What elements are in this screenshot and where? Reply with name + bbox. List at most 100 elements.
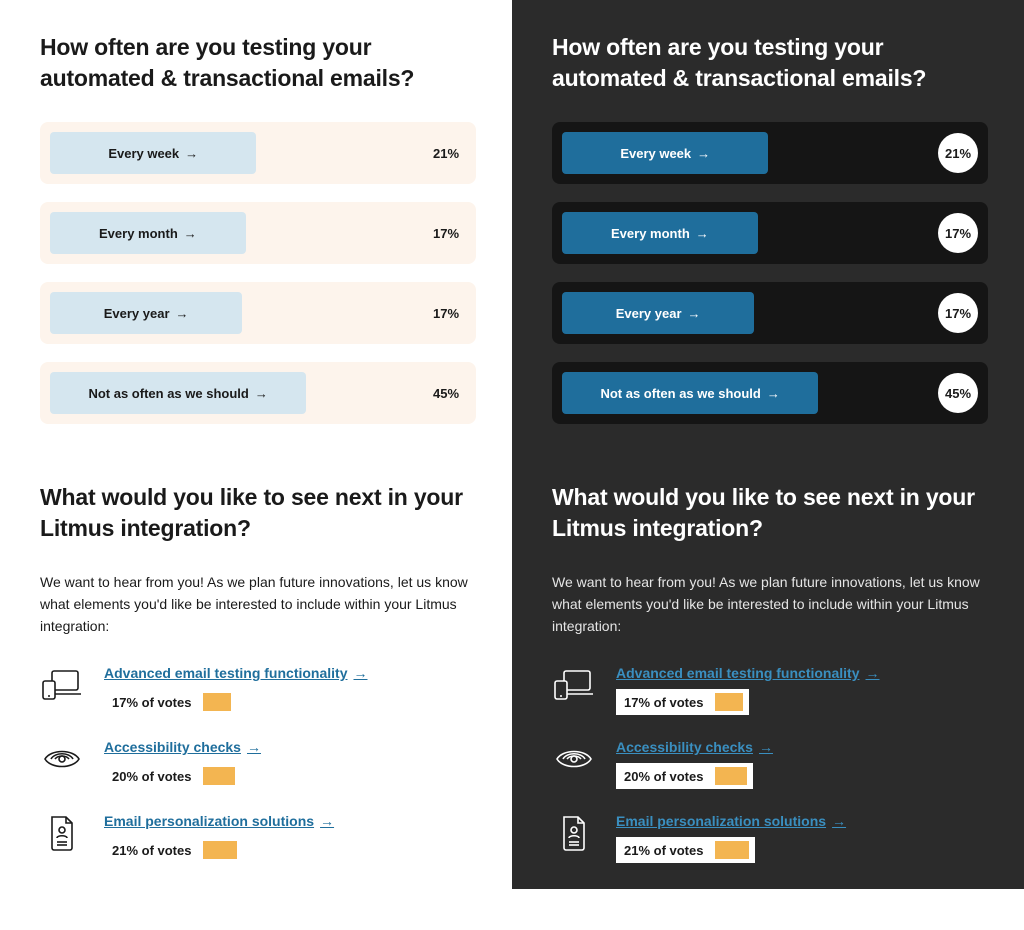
devices-icon (552, 665, 596, 705)
poll1-option-label: Every year (616, 306, 682, 321)
poll2-item: Accessibility checks → 20% of votes (552, 739, 988, 789)
poll1-option[interactable]: Not as often as we should → 45% (40, 362, 476, 424)
poll2-item: Advanced email testing functionality → 1… (40, 665, 476, 715)
poll2-light-panel: What would you like to see next in your … (0, 450, 512, 889)
arrow-right-icon: → (696, 226, 709, 241)
poll2-item-swatch (203, 841, 237, 859)
poll2-item-stats: 20% of votes (104, 763, 241, 789)
poll2-item: Email personalization solutions → 21% of… (552, 813, 988, 863)
poll2-dark-panel: What would you like to see next in your … (512, 450, 1024, 889)
poll1-option[interactable]: Every year → 17% (40, 282, 476, 344)
poll2-item-link[interactable]: Advanced email testing functionality → (104, 665, 368, 681)
poll2-item-label: Advanced email testing functionality (616, 665, 860, 681)
poll2-item-stats: 17% of votes (616, 689, 749, 715)
poll2-item-stats-text: 17% of votes (624, 695, 703, 710)
poll1-option-label: Every week (620, 146, 691, 161)
poll2-item-link[interactable]: Accessibility checks → (616, 739, 773, 755)
arrow-right-icon: → (759, 739, 773, 755)
poll1-bar-track: Every month → (562, 212, 918, 254)
poll2-item-swatch (715, 693, 742, 711)
poll2-item-stats: 21% of votes (616, 837, 755, 863)
poll2-item: Advanced email testing functionality → 1… (552, 665, 988, 715)
poll1-bar-track: Every week → (562, 132, 918, 174)
poll1-bar-fill: Every week → (562, 132, 768, 174)
arrow-right-icon: → (832, 813, 846, 829)
poll1-bar-fill: Every month → (562, 212, 758, 254)
poll1-dark-panel: How often are you testing your automated… (512, 0, 1024, 450)
poll1-pct-badge: 17% (426, 293, 466, 333)
poll1-title: How often are you testing your automated… (40, 32, 476, 94)
arrow-right-icon: → (697, 146, 710, 161)
poll2-item-stats: 17% of votes (104, 689, 237, 715)
poll1-bar-fill: Every year → (50, 292, 242, 334)
poll2-title: What would you like to see next in your … (40, 482, 476, 544)
poll2-item-swatch (715, 841, 749, 859)
arrow-right-icon: → (176, 306, 189, 321)
poll2-title: What would you like to see next in your … (552, 482, 988, 544)
poll1-option-label: Not as often as we should (88, 386, 248, 401)
poll1-bar-fill: Every month → (50, 212, 246, 254)
poll2-item-label: Advanced email testing functionality (104, 665, 348, 681)
poll2-item-stats-text: 21% of votes (624, 843, 703, 858)
arrow-right-icon: → (320, 813, 334, 829)
poll2-item: Email personalization solutions → 21% of… (40, 813, 476, 863)
poll2-item-swatch (203, 693, 230, 711)
poll2-item-link[interactable]: Accessibility checks → (104, 739, 261, 755)
arrow-right-icon: → (185, 146, 198, 161)
poll2-item-swatch (203, 767, 235, 785)
poll1-rows: Every week → 21% Every month → 17% (552, 122, 988, 424)
devices-icon (40, 665, 84, 705)
poll1-bar-fill: Not as often as we should → (562, 372, 818, 414)
poll1-pct-badge: 17% (426, 213, 466, 253)
poll2-item-link[interactable]: Email personalization solutions → (104, 813, 334, 829)
document-person-icon (552, 813, 596, 853)
poll2-intro: We want to hear from you! As we plan fut… (552, 572, 988, 637)
poll2-item-link[interactable]: Email personalization solutions → (616, 813, 846, 829)
arrow-right-icon: → (688, 306, 701, 321)
poll2-item-label: Email personalization solutions (104, 813, 314, 829)
arrow-right-icon: → (767, 386, 780, 401)
poll1-pct-badge: 17% (938, 213, 978, 253)
arrow-right-icon: → (255, 386, 268, 401)
arrow-right-icon: → (247, 739, 261, 755)
poll1-pct-badge: 21% (938, 133, 978, 173)
poll1-option[interactable]: Not as often as we should → 45% (552, 362, 988, 424)
poll1-option[interactable]: Every month → 17% (40, 202, 476, 264)
poll2-item-stats-text: 20% of votes (112, 769, 191, 784)
poll2-item-label: Accessibility checks (104, 739, 241, 755)
poll1-option[interactable]: Every year → 17% (552, 282, 988, 344)
poll1-bar-fill: Every year → (562, 292, 754, 334)
poll1-bar-fill: Every week → (50, 132, 256, 174)
poll2-item: Accessibility checks → 20% of votes (40, 739, 476, 789)
poll2-intro: We want to hear from you! As we plan fut… (40, 572, 476, 637)
poll1-option[interactable]: Every week → 21% (552, 122, 988, 184)
poll2-item-stats: 21% of votes (104, 837, 243, 863)
poll2-list: Advanced email testing functionality → 1… (552, 665, 988, 863)
arrow-right-icon: → (354, 665, 368, 681)
poll1-bar-track: Every year → (562, 292, 918, 334)
poll1-bar-track: Every month → (50, 212, 406, 254)
poll1-option-label: Every month (611, 226, 690, 241)
poll1-option-label: Not as often as we should (600, 386, 760, 401)
poll2-list: Advanced email testing functionality → 1… (40, 665, 476, 863)
poll1-rows: Every week → 21% Every month → 17% (40, 122, 476, 424)
poll1-bar-track: Not as often as we should → (562, 372, 918, 414)
poll2-item-label: Accessibility checks (616, 739, 753, 755)
poll1-option[interactable]: Every month → 17% (552, 202, 988, 264)
poll1-option-label: Every week (108, 146, 179, 161)
poll2-item-label: Email personalization solutions (616, 813, 826, 829)
poll1-title: How often are you testing your automated… (552, 32, 988, 94)
poll1-pct-badge: 21% (426, 133, 466, 173)
poll2-item-link[interactable]: Advanced email testing functionality → (616, 665, 880, 681)
poll1-pct-badge: 45% (426, 373, 466, 413)
poll1-bar-track: Not as often as we should → (50, 372, 406, 414)
poll1-light-panel: How often are you testing your automated… (0, 0, 512, 450)
poll1-option-label: Every year (104, 306, 170, 321)
poll1-option[interactable]: Every week → 21% (40, 122, 476, 184)
arrow-right-icon: → (184, 226, 197, 241)
document-person-icon (40, 813, 84, 853)
poll2-item-swatch (715, 767, 747, 785)
poll2-item-stats-text: 20% of votes (624, 769, 703, 784)
arrow-right-icon: → (866, 665, 880, 681)
poll1-bar-fill: Not as often as we should → (50, 372, 306, 414)
